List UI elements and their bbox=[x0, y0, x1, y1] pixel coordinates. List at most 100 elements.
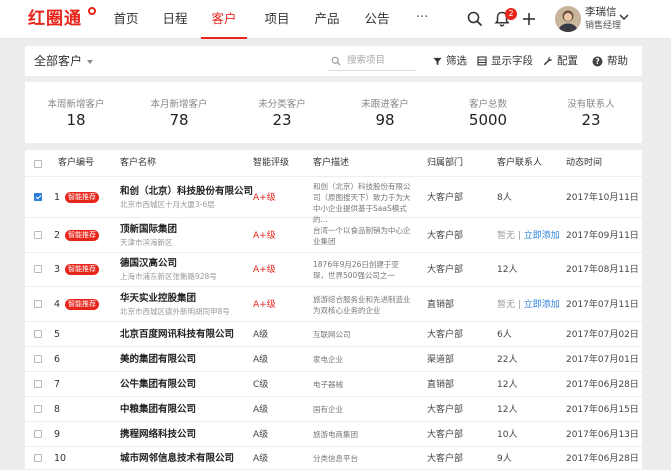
customer-address: 上海市浦东新区张衡路928号 bbox=[120, 272, 217, 281]
customer-name-link[interactable]: 携程网络科技公司 bbox=[120, 428, 196, 442]
search-input[interactable]: 搜索项目 bbox=[328, 51, 416, 71]
customer-name-link[interactable]: 和创（北京）科技股份有限公司 bbox=[120, 185, 253, 198]
row-number: 4 bbox=[54, 298, 61, 310]
table-row[interactable]: 9 携程网络科技公司 A级 旅游电商集团 大客户部 10人 2017年06月13日 bbox=[25, 422, 642, 447]
table-row[interactable]: 2 智能推荐 顶新国际集团 天津市滨海新区 A+级 台湾一个以食品制销为中心企业集团 大客户… bbox=[25, 218, 642, 253]
rating-value: A级 bbox=[253, 453, 269, 464]
rating-value: C级 bbox=[253, 379, 269, 390]
stat-label: 本周新增客户 bbox=[47, 99, 105, 110]
nav-item-schedule[interactable]: 日程 bbox=[160, 0, 190, 39]
column-header-department[interactable]: 归属部门 bbox=[427, 150, 463, 177]
activity-time: 2017年06月15日 bbox=[566, 404, 639, 415]
user-name: 李瑞信 bbox=[585, 6, 617, 18]
column-header-name[interactable]: 客户名称 bbox=[120, 150, 156, 177]
stat-not-followed[interactable]: 未跟进客户 98 bbox=[334, 82, 436, 143]
stat-unclassified[interactable]: 未分类客户 23 bbox=[231, 82, 333, 143]
table-header: 客户编号 客户名称 智能评级 客户描述 归属部门 客户联系人 动态时间 bbox=[25, 150, 642, 177]
separator: | bbox=[515, 230, 524, 241]
customer-name-link[interactable]: 美的集团有限公司 bbox=[120, 353, 196, 367]
table-row[interactable]: 5 北京百度网讯科技有限公司 A级 互联网公司 大客户部 6人 2017年07月02日 bbox=[25, 322, 642, 347]
customer-description: 1876年9月26日创建于亚琛，世界500强公司之一 bbox=[313, 260, 399, 280]
table-row[interactable]: 4 智能推荐 华天实业控股集团 北京市西城区德外新明胡同甲8号 A+级 旅游综合服务业和先… bbox=[25, 287, 642, 322]
row-checkbox[interactable] bbox=[34, 192, 42, 201]
config-button[interactable]: 配置 bbox=[543, 46, 578, 76]
row-checkbox[interactable] bbox=[34, 265, 42, 273]
nav-item-home[interactable]: 首页 bbox=[111, 0, 141, 39]
row-checkbox[interactable] bbox=[34, 404, 42, 413]
row-checkbox[interactable] bbox=[34, 329, 42, 338]
nav-item-customers[interactable]: 客户 bbox=[201, 0, 247, 39]
wrench-icon bbox=[543, 56, 553, 66]
stat-value: 23 bbox=[272, 111, 292, 129]
row-checkbox[interactable] bbox=[34, 379, 42, 388]
table-row[interactable]: 6 美的集团有限公司 A级 家电企业 渠道部 22人 2017年07月01日 bbox=[25, 347, 642, 372]
customer-description: 旅游综合服务业和先进制造业为双核心业务的企业 bbox=[313, 294, 411, 315]
column-header-rating[interactable]: 智能评级 bbox=[253, 150, 289, 177]
add-contact-link[interactable]: 立即添加 bbox=[524, 300, 560, 310]
customer-name-link[interactable]: 公牛集团有限公司 bbox=[120, 378, 196, 392]
nav-item-projects[interactable]: 项目 bbox=[262, 0, 292, 39]
logo[interactable]: 红圈通 bbox=[28, 6, 96, 32]
rating-value: A+级 bbox=[253, 192, 276, 203]
table-row[interactable]: 3 智能推荐 德国汉高公司 上海市浦东新区张衡路928号 A+级 1876年9月26日创建… bbox=[25, 253, 642, 287]
user-role: 销售经理 bbox=[585, 21, 622, 31]
plus-icon[interactable] bbox=[520, 10, 538, 28]
avatar[interactable] bbox=[555, 6, 581, 32]
column-header-code[interactable]: 客户编号 bbox=[58, 150, 94, 177]
customer-name-link[interactable]: 城市网邻信息技术有限公司 bbox=[120, 452, 234, 466]
rating-value: A级 bbox=[253, 404, 269, 415]
row-checkbox[interactable] bbox=[34, 429, 42, 438]
stat-value: 78 bbox=[169, 111, 189, 129]
view-selector[interactable]: 全部客户 bbox=[34, 46, 94, 76]
customer-name-link[interactable]: 德国汉高公司 bbox=[120, 257, 177, 270]
nav-more-button[interactable]: ··· bbox=[416, 0, 428, 39]
nav-item-announcements[interactable]: 公告 bbox=[362, 0, 392, 39]
add-contact-link[interactable]: 立即添加 bbox=[524, 231, 560, 241]
activity-time: 2017年06月28日 bbox=[566, 453, 639, 464]
table-row[interactable]: 1 智能推荐 和创（北京）科技股份有限公司 北京市西城区十月大厦3-6层 A+级 和创（北… bbox=[25, 177, 642, 224]
display-fields-button[interactable]: 显示字段 bbox=[477, 46, 533, 76]
search-icon bbox=[331, 56, 341, 66]
contacts-cell: 暂无 | 立即添加 bbox=[497, 299, 560, 311]
row-checkbox[interactable] bbox=[34, 453, 42, 462]
customer-name-link[interactable]: 中粮集团有限公司 bbox=[120, 403, 196, 417]
column-header-description[interactable]: 客户描述 bbox=[313, 150, 349, 177]
search-icon[interactable] bbox=[466, 10, 484, 28]
column-header-time[interactable]: 动态时间 bbox=[566, 150, 602, 177]
row-checkbox[interactable] bbox=[34, 299, 42, 308]
filter-button[interactable]: 筛选 bbox=[433, 46, 467, 76]
stat-label: 未跟进客户 bbox=[361, 99, 409, 110]
table-row[interactable]: 7 公牛集团有限公司 C级 电子器械 直销部 12人 2017年06月28日 bbox=[25, 372, 642, 397]
stat-no-contacts[interactable]: 没有联系人 23 bbox=[540, 82, 642, 143]
row-checkbox[interactable] bbox=[34, 230, 42, 239]
contacts-value: 12人 bbox=[497, 404, 518, 415]
rating-value: A级 bbox=[253, 329, 269, 340]
row-number: 1 bbox=[54, 191, 61, 203]
help-button[interactable]: ? 帮助 bbox=[592, 46, 628, 76]
table-row[interactable]: 8 中粮集团有限公司 A级 国有企业 大客户部 12人 2017年06月15日 bbox=[25, 397, 642, 422]
customer-name-link[interactable]: 华天实业控股集团 bbox=[120, 292, 196, 305]
customer-stats-panel: 本周新增客户 18 本月新增客户 78 未分类客户 23 未跟进客户 98 客户… bbox=[25, 82, 642, 143]
customer-address: 天津市滨海新区 bbox=[120, 237, 173, 247]
stat-monthly-new[interactable]: 本月新增客户 78 bbox=[128, 82, 230, 143]
department-value: 大客户部 bbox=[427, 230, 464, 241]
stat-label: 客户总数 bbox=[468, 99, 507, 110]
nav-item-products[interactable]: 产品 bbox=[312, 0, 342, 39]
smart-recommend-tag: 智能推荐 bbox=[65, 229, 99, 241]
row-number: 7 bbox=[54, 378, 61, 390]
svg-text:?: ? bbox=[595, 57, 599, 66]
fields-icon bbox=[477, 56, 487, 66]
customer-name-link[interactable]: 北京百度网讯科技有限公司 bbox=[120, 328, 234, 342]
customer-description: 国有企业 bbox=[313, 405, 343, 414]
select-all-checkbox[interactable] bbox=[34, 160, 42, 168]
customer-address: 北京市西城区德外新明胡同甲8号 bbox=[120, 306, 230, 316]
customer-name-link[interactable]: 顶新国际集团 bbox=[120, 223, 177, 236]
department-value: 大客户部 bbox=[427, 429, 464, 440]
stat-total[interactable]: 客户总数 5000 bbox=[437, 82, 539, 143]
row-checkbox[interactable] bbox=[34, 354, 42, 363]
chevron-down-icon[interactable] bbox=[618, 11, 630, 23]
column-header-contacts[interactable]: 客户联系人 bbox=[497, 150, 542, 177]
stat-label: 没有联系人 bbox=[567, 99, 615, 110]
stat-weekly-new[interactable]: 本周新增客户 18 bbox=[25, 82, 127, 143]
table-row[interactable]: 10 城市网邻信息技术有限公司 A级 分类信息平台 大客户部 9人 2017年06月28日 bbox=[25, 447, 642, 470]
